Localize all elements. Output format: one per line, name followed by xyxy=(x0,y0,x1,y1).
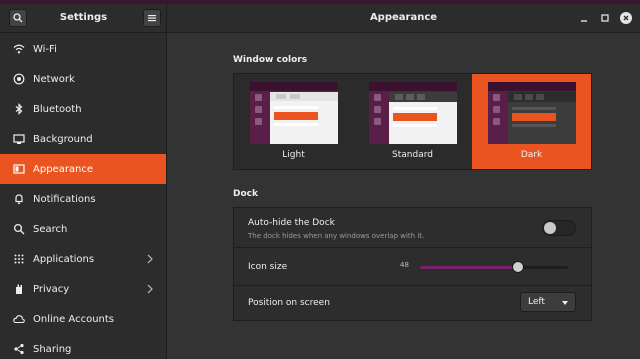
share-icon xyxy=(13,343,25,355)
sidebar-item-label: Background xyxy=(33,133,93,145)
sidebar-item-label: Sharing xyxy=(33,343,72,355)
position-dropdown[interactable]: Left xyxy=(520,292,576,312)
close-button[interactable] xyxy=(620,12,632,24)
autohide-row: Auto-hide the Dock The dock hides when a… xyxy=(234,208,591,248)
autohide-subtitle: The dock hides when any windows overlap … xyxy=(248,232,425,240)
window-colors-selector: Light Standard Dark xyxy=(233,73,592,170)
bluetooth-icon xyxy=(13,103,25,115)
chevron-right-icon xyxy=(147,254,153,264)
icon-size-value: 48 xyxy=(400,261,409,269)
window-controls xyxy=(578,12,632,24)
autohide-toggle[interactable] xyxy=(542,220,576,236)
window-colors-heading: Window colors xyxy=(233,55,308,65)
dark-theme-preview xyxy=(488,82,576,144)
theme-dark-option[interactable]: Dark xyxy=(472,74,591,169)
sidebar-item-sharing[interactable]: Sharing xyxy=(0,334,166,359)
toggle-knob xyxy=(544,222,556,234)
chevron-down-icon xyxy=(562,301,568,305)
sidebar-item-label: Search xyxy=(33,223,68,235)
theme-standard-label: Standard xyxy=(392,150,433,160)
sidebar-item-label: Wi-Fi xyxy=(33,43,57,55)
sidebar-item-label: Privacy xyxy=(33,283,70,295)
sidebar-item-label: Network xyxy=(33,73,75,85)
minimize-icon xyxy=(581,20,587,22)
applications-grid-icon xyxy=(13,253,25,265)
light-theme-preview xyxy=(250,82,338,144)
sidebar-item-search[interactable]: Search xyxy=(0,214,166,244)
sidebar-item-privacy[interactable]: Privacy xyxy=(0,274,166,304)
sidebar-item-appearance[interactable]: Appearance xyxy=(0,154,166,184)
autohide-title: Auto-hide the Dock xyxy=(248,218,335,228)
maximize-button[interactable] xyxy=(599,12,611,24)
chevron-right-icon xyxy=(147,284,153,294)
settings-window: Settings Appearance Wi-Fi Network Blueto… xyxy=(0,4,640,359)
sidebar-item-applications[interactable]: Applications xyxy=(0,244,166,274)
sidebar-item-online-accounts[interactable]: Online Accounts xyxy=(0,304,166,334)
hamburger-menu-icon xyxy=(148,15,156,22)
sidebar: Wi-Fi Network Bluetooth Background Appea… xyxy=(0,33,167,359)
theme-dark-label: Dark xyxy=(520,150,543,160)
main-header: Appearance xyxy=(167,4,640,33)
wifi-icon xyxy=(13,43,25,55)
icon-size-slider-track[interactable] xyxy=(420,266,568,269)
position-dropdown-value: Left xyxy=(528,297,545,307)
page-title: Appearance xyxy=(369,12,438,23)
sidebar-item-notifications[interactable]: Notifications xyxy=(0,184,166,214)
icon-size-slider-fill xyxy=(420,266,518,269)
sidebar-item-background[interactable]: Background xyxy=(0,124,166,154)
cloud-icon xyxy=(13,313,25,325)
sidebar-item-wifi[interactable]: Wi-Fi xyxy=(0,34,166,64)
sidebar-item-label: Notifications xyxy=(33,193,96,205)
dock-heading: Dock xyxy=(233,189,258,199)
sidebar-item-label: Appearance xyxy=(33,163,94,175)
sidebar-item-network[interactable]: Network xyxy=(0,64,166,94)
close-icon xyxy=(623,15,629,21)
icon-size-slider-handle[interactable] xyxy=(511,261,524,273)
search-icon xyxy=(13,223,25,235)
sidebar-item-label: Bluetooth xyxy=(33,103,82,115)
maximize-icon xyxy=(601,14,609,22)
background-icon xyxy=(13,133,25,145)
sidebar-title: Settings xyxy=(59,12,108,23)
icon-size-row: Icon size 48 xyxy=(234,248,591,286)
theme-light-label: Light xyxy=(282,150,305,160)
minimize-button[interactable] xyxy=(578,12,590,24)
sidebar-item-label: Online Accounts xyxy=(33,313,115,325)
theme-standard-option[interactable]: Standard xyxy=(353,74,472,169)
bell-icon xyxy=(13,193,25,205)
icon-size-label: Icon size xyxy=(248,262,288,272)
dock-settings-list: Auto-hide the Dock The dock hides when a… xyxy=(233,207,592,321)
position-label: Position on screen xyxy=(248,298,330,308)
sidebar-header: Settings xyxy=(0,4,167,33)
hand-icon xyxy=(13,283,25,295)
sidebar-item-bluetooth[interactable]: Bluetooth xyxy=(0,94,166,124)
network-icon xyxy=(13,73,25,85)
menu-button[interactable] xyxy=(143,9,161,27)
theme-light-option[interactable]: Light xyxy=(234,74,353,169)
appearance-icon xyxy=(13,163,25,175)
sidebar-item-label: Applications xyxy=(33,253,95,265)
position-row: Position on screen Left xyxy=(234,286,591,320)
standard-theme-preview xyxy=(369,82,457,144)
